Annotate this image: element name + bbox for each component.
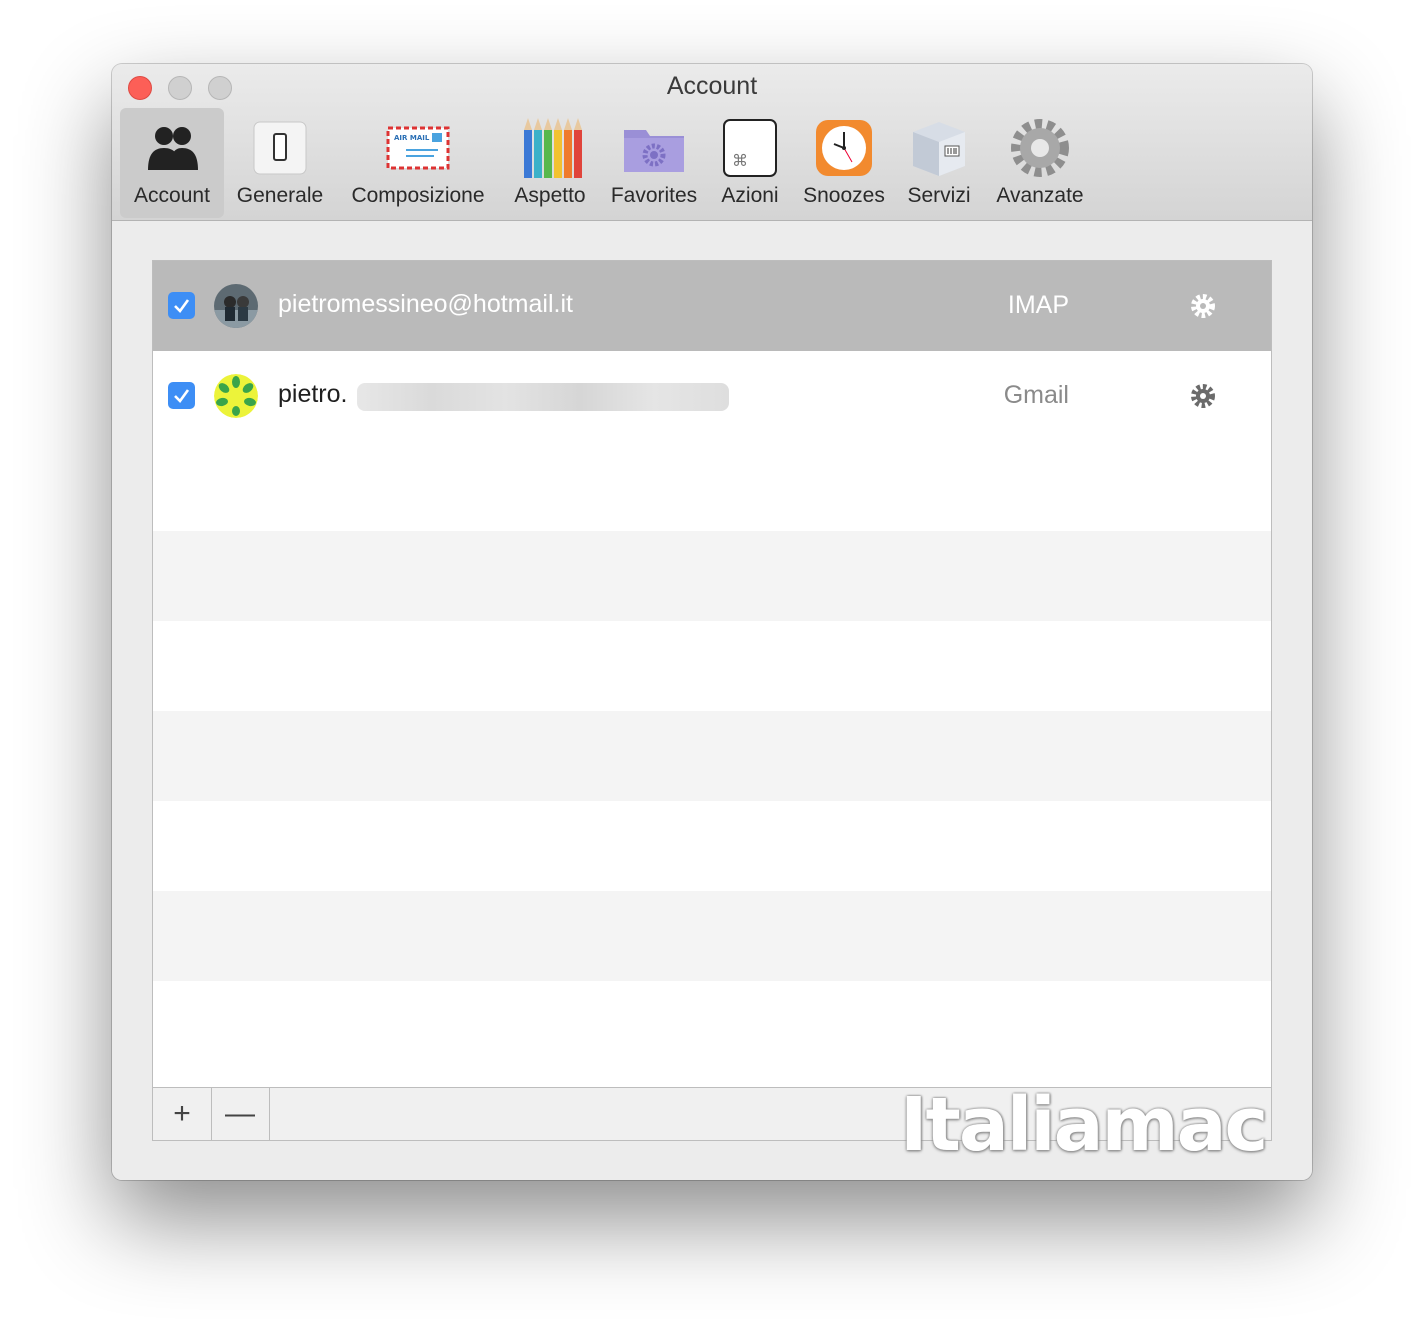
account-row[interactable]: pietro. Gmail bbox=[153, 351, 1271, 441]
tab-label: Composizione bbox=[351, 184, 485, 207]
tab-label: Snoozes bbox=[803, 184, 885, 207]
preferences-content: pietromessineo@hotmail.it IMAP pietro. G… bbox=[112, 221, 1312, 1180]
add-account-button[interactable]: + bbox=[153, 1088, 212, 1140]
window-title: Account bbox=[666, 72, 758, 100]
account-row[interactable]: pietromessineo@hotmail.it IMAP bbox=[153, 261, 1271, 351]
tab-label: Account bbox=[134, 184, 210, 207]
empty-row bbox=[153, 981, 1271, 1071]
empty-row bbox=[153, 531, 1271, 621]
account-enabled-checkbox[interactable] bbox=[168, 292, 195, 319]
account-email: pietromessineo@hotmail.it bbox=[278, 290, 573, 318]
tab-account[interactable]: Account bbox=[120, 108, 224, 218]
tab-label: Favorites bbox=[610, 184, 698, 207]
package-icon bbox=[913, 122, 965, 176]
pencils-icon bbox=[524, 118, 582, 178]
svg-text:⌘: ⌘ bbox=[732, 151, 748, 170]
tab-favorites[interactable]: Favorites bbox=[604, 108, 704, 218]
preferences-window: Account Account Generale AIR MAIL Compos… bbox=[112, 64, 1312, 1180]
remove-account-button[interactable]: — bbox=[211, 1088, 270, 1140]
tab-azioni[interactable]: ⌘ Azioni bbox=[712, 108, 788, 218]
empty-row bbox=[153, 441, 1271, 531]
accounts-icon bbox=[148, 127, 198, 170]
empty-row bbox=[153, 711, 1271, 801]
command-key-icon: ⌘ bbox=[723, 119, 777, 177]
tab-composizione[interactable]: AIR MAIL Composizione bbox=[338, 108, 498, 218]
tab-label: Avanzate bbox=[996, 184, 1084, 207]
account-settings-gear-icon[interactable] bbox=[1190, 383, 1216, 409]
avatar bbox=[214, 374, 258, 418]
tab-label: Servizi bbox=[907, 184, 971, 207]
empty-row bbox=[153, 621, 1271, 711]
folder-gear-icon bbox=[624, 130, 684, 172]
airmail-envelope-icon: AIR MAIL bbox=[386, 126, 450, 170]
gear-icon bbox=[1011, 119, 1069, 177]
account-settings-gear-icon[interactable] bbox=[1190, 293, 1216, 319]
svg-text:AIR MAIL: AIR MAIL bbox=[394, 134, 430, 142]
avatar bbox=[214, 284, 258, 328]
account-type: Gmail bbox=[1003, 381, 1069, 409]
tab-aspetto[interactable]: Aspetto bbox=[506, 108, 594, 218]
tab-label: Generale bbox=[236, 184, 324, 207]
account-enabled-checkbox[interactable] bbox=[168, 382, 195, 409]
redacted-email-blur bbox=[357, 383, 729, 411]
switch-icon bbox=[253, 121, 307, 175]
account-email: pietro. bbox=[278, 380, 348, 408]
tab-snoozes[interactable]: Snoozes bbox=[796, 108, 892, 218]
empty-row bbox=[153, 891, 1271, 981]
account-type: IMAP bbox=[1007, 291, 1069, 319]
tab-avanzate[interactable]: Avanzate bbox=[988, 108, 1092, 218]
watermark-logo: Italiamac bbox=[900, 1082, 1268, 1168]
tab-label: Aspetto bbox=[514, 184, 586, 207]
tab-generale[interactable]: Generale bbox=[228, 108, 332, 218]
empty-row bbox=[153, 801, 1271, 891]
titlebar-toolbar: Account Account Generale AIR MAIL Compos… bbox=[112, 64, 1312, 221]
tab-label: Azioni bbox=[721, 184, 779, 207]
clock-icon bbox=[816, 120, 872, 176]
accounts-list[interactable]: pietromessineo@hotmail.it IMAP pietro. G… bbox=[152, 260, 1272, 1140]
tab-servizi[interactable]: Servizi bbox=[900, 108, 978, 218]
